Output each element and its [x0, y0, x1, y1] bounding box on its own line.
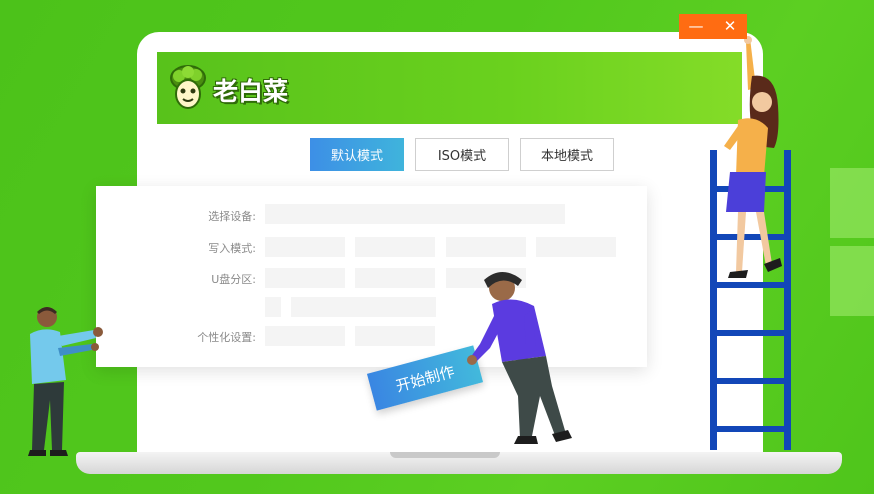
app-logo-text: 老白菜: [213, 77, 289, 106]
person-left-illustration: [28, 307, 103, 456]
partition-label: U盘分区:: [211, 273, 256, 286]
partition-size-field[interactable]: [291, 297, 436, 317]
personalize-label: 个性化设置:: [197, 331, 256, 344]
personalize-option[interactable]: [265, 326, 345, 346]
device-select[interactable]: [265, 204, 565, 224]
select-device-label: 选择设备:: [208, 210, 256, 223]
person-right-illustration: [724, 36, 782, 278]
window-controls: — ✕: [679, 14, 747, 39]
personalize-option[interactable]: [355, 326, 435, 346]
partition-checkbox[interactable]: [265, 297, 281, 317]
write-mode-option[interactable]: [536, 237, 616, 257]
tab-iso-mode[interactable]: ISO模式: [415, 138, 509, 171]
minimize-icon[interactable]: —: [681, 19, 711, 34]
tab-default-mode[interactable]: 默认模式: [310, 138, 404, 171]
write-mode-option[interactable]: [355, 237, 435, 257]
windows-logo-pane: [830, 246, 874, 316]
tab-local-mode[interactable]: 本地模式: [520, 138, 614, 171]
close-icon[interactable]: ✕: [715, 19, 745, 34]
person-middle-illustration: [467, 272, 572, 444]
cabbage-mascot-icon: [170, 65, 206, 109]
write-mode-option[interactable]: [265, 237, 345, 257]
write-mode-option[interactable]: [446, 237, 526, 257]
partition-option[interactable]: [265, 268, 345, 288]
partition-option[interactable]: [355, 268, 435, 288]
windows-logo-pane: [830, 168, 874, 238]
app-header: 老白菜: [157, 52, 742, 124]
write-mode-label: 写入模式:: [208, 242, 256, 255]
